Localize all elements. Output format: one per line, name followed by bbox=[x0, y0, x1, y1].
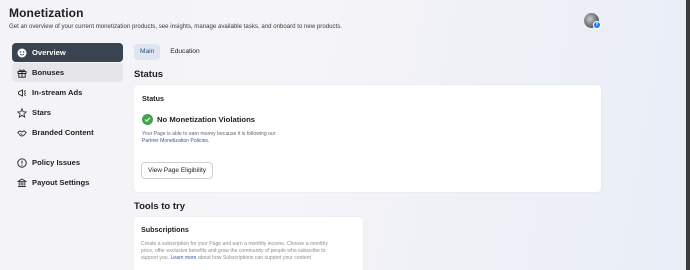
status-card-title: Status bbox=[142, 94, 164, 103]
subscriptions-line: Create a subscription for your Page and … bbox=[141, 241, 328, 247]
tools-section-title: Tools to try bbox=[134, 201, 186, 212]
sidebar-item-bonuses[interactable]: Bonuses bbox=[12, 63, 123, 82]
subscriptions-description: Create a subscription for your Page and … bbox=[141, 241, 356, 263]
stars-icon bbox=[17, 107, 27, 118]
subscriptions-line: price, offer exclusive benefits and grow… bbox=[141, 248, 326, 255]
learn-more-link[interactable]: Learn more bbox=[170, 255, 196, 261]
subscriptions-card-title: Subscriptions bbox=[141, 225, 189, 234]
sidebar-item-label: Policy Issues bbox=[32, 158, 81, 167]
tab-main[interactable]: Main bbox=[134, 44, 161, 60]
sidebar-divider bbox=[12, 143, 123, 153]
sidebar-item-label: Stars bbox=[32, 108, 51, 117]
status-state: No Monetization Violations bbox=[142, 114, 593, 125]
bank-icon bbox=[17, 178, 27, 188]
status-card: Status No Monetization Violations Your P… bbox=[134, 85, 601, 192]
avatar[interactable]: f bbox=[584, 13, 601, 29]
sidebar-item-label: Branded Content bbox=[32, 128, 94, 137]
check-circle-icon bbox=[142, 114, 153, 125]
overview-icon bbox=[17, 48, 27, 58]
sidebar-item-label: In-stream Ads bbox=[32, 88, 83, 97]
subscriptions-line-prefix: support you. bbox=[141, 255, 170, 262]
sidebar-item-label: Bonuses bbox=[32, 68, 65, 77]
status-section-title: Status bbox=[134, 69, 164, 80]
sidebar-item-in-stream-ads[interactable]: In-stream Ads bbox=[12, 83, 123, 102]
page-subtitle: Get an overview of your current monetiza… bbox=[9, 23, 342, 30]
tab-education[interactable]: Education bbox=[164, 44, 205, 60]
subscriptions-line: support you. Learn more about how Subscr… bbox=[141, 255, 356, 262]
handshake-icon bbox=[17, 128, 27, 138]
status-description: Your Page is able to earn money because … bbox=[142, 131, 276, 137]
sidebar-item-policy-issues[interactable]: Policy Issues bbox=[12, 153, 123, 172]
status-state-text: No Monetization Violations bbox=[157, 115, 256, 124]
facebook-icon: f bbox=[593, 21, 601, 29]
sidebar-item-stars[interactable]: Stars bbox=[12, 103, 123, 122]
sidebar: Overview Bonuses In-stream Ads Stars Bra… bbox=[12, 43, 123, 193]
alert-icon bbox=[17, 157, 27, 168]
sidebar-item-overview[interactable]: Overview bbox=[12, 43, 123, 62]
sidebar-item-label: Overview bbox=[32, 48, 66, 57]
gift-icon bbox=[17, 68, 27, 78]
view-page-eligibility-button[interactable]: View Page Eligibility bbox=[141, 162, 214, 179]
subscriptions-card: Subscriptions Create a subscription for … bbox=[134, 217, 363, 270]
subscriptions-line-suffix: about how Subscriptions can support your… bbox=[197, 255, 311, 262]
sidebar-item-branded-content[interactable]: Branded Content bbox=[12, 123, 123, 142]
page-title: Monetization bbox=[9, 6, 84, 20]
in-stream-ads-icon bbox=[17, 88, 27, 98]
sidebar-item-payout-settings[interactable]: Payout Settings bbox=[12, 173, 123, 192]
tab-bar: Main Education bbox=[134, 44, 210, 60]
partner-monetization-policies-link[interactable]: Partner Monetization Policies. bbox=[142, 138, 593, 145]
sidebar-item-label: Payout Settings bbox=[32, 178, 90, 187]
page-header: Monetization Get an overview of your cur… bbox=[9, 6, 342, 30]
window-edge bbox=[686, 0, 690, 270]
